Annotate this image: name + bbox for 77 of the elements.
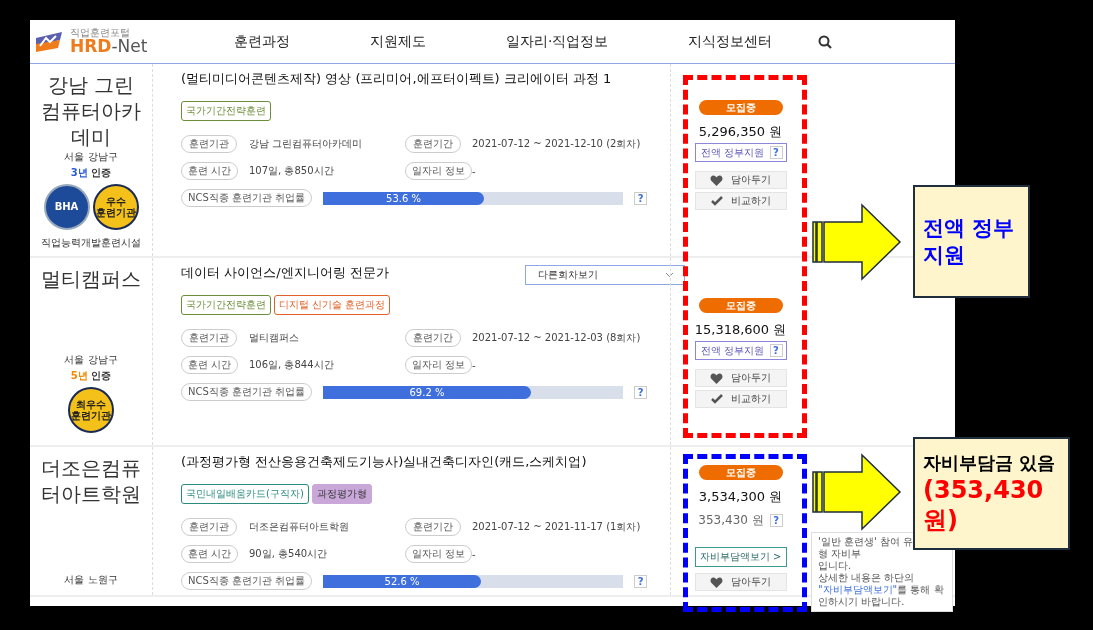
info-value: -: [472, 548, 477, 560]
support-text: 전액 정부지원: [700, 343, 764, 358]
search-icon[interactable]: [818, 34, 833, 49]
tooltip-text: 입니다.: [818, 560, 853, 572]
nav-link[interactable]: 훈련과정: [234, 32, 290, 51]
institute-name: 강남 그린컴퓨터아카데미: [40, 72, 142, 150]
status-badge: 모집중: [698, 465, 783, 480]
course-tag: 국가기간전략훈련: [181, 101, 271, 121]
progress-fill: 69.2 %: [323, 385, 531, 399]
info-value: 더조은컴퓨터아트학원: [249, 520, 350, 534]
help-button[interactable]: ?: [769, 514, 783, 527]
save-button[interactable]: 담아두기: [694, 573, 787, 591]
callout-text: 전액 정부지원: [923, 215, 1016, 268]
info-value: 멀티캠퍼스: [249, 331, 300, 345]
progress-fill: 52.6 %: [323, 574, 481, 588]
nav-link[interactable]: 지식정보센터: [688, 32, 773, 51]
tooltip-text: 상세한 내용은 하단의 "자비부담액보기"를 통해 확인하시기 바랍니다.: [818, 572, 945, 608]
facility-text: 직업능력개발훈련시설: [41, 236, 141, 250]
location-text: 서울 강남구: [64, 353, 118, 367]
course-tag: 과정평가형: [311, 484, 372, 504]
nav-link[interactable]: 지원제도: [370, 32, 426, 51]
info-value: -: [472, 165, 477, 177]
tooltip-link[interactable]: "자비부담액보기": [818, 584, 898, 595]
nav-link[interactable]: 일자리·직업정보: [506, 32, 609, 51]
session-dropdown[interactable]: 다른회차보기: [525, 265, 685, 285]
self-pay-amount: 353,430 원: [698, 512, 764, 529]
certification-text: 5년 인증: [70, 369, 112, 383]
help-button[interactable]: ?: [769, 344, 783, 357]
info-value: 2021-07-12 ~ 2021-12-03 (8회차): [472, 331, 642, 345]
location-text: 서울 강남구: [64, 150, 118, 164]
info-value: -: [472, 359, 477, 371]
institute-name: 더조은컴퓨터아트학원: [40, 455, 142, 507]
info-value: 90일, 총540시간: [249, 547, 329, 561]
location-text: 서울 노원구: [64, 573, 118, 587]
info-value: 106일, 총844시간: [249, 358, 335, 372]
status-badge: 모집중: [698, 100, 783, 115]
callout-text: (353,430원): [923, 474, 1045, 535]
callout-text: 자비부담금 있음: [923, 452, 1057, 475]
price-text: 5,296,350 원: [698, 123, 783, 141]
course-tag: 디지털 신기술 훈련과정: [274, 295, 391, 315]
price-text: 15,318,600 원: [694, 321, 787, 339]
price-text: 3,534,300 원: [698, 488, 783, 506]
tooltip-text: '일반 훈련생' 참여 유형 자비부: [818, 536, 914, 560]
info-value: 2021-07-12 ~ 2021-11-17 (1회차): [472, 520, 642, 534]
course-title[interactable]: 데이터 사이언스/엔지니어링 전문가: [181, 264, 389, 282]
help-button[interactable]: ?: [769, 146, 783, 159]
course-tag: 국민내일배움카드(구직자): [181, 484, 309, 504]
self-pay-button[interactable]: 자비부담액보기 >: [694, 547, 787, 567]
certification-text: 3년 인증: [70, 166, 112, 180]
info-value: 2021-07-12 ~ 2021-12-10 (2회차): [472, 137, 642, 151]
save-button[interactable]: 담아두기: [694, 171, 787, 189]
certification-badge: BHA: [43, 184, 90, 230]
course-tag: 국가기간전략훈련: [181, 295, 271, 315]
save-button[interactable]: 담아두기: [694, 369, 787, 387]
logo-text[interactable]: HRD-Net: [70, 38, 148, 55]
certification-badge: 최우수 훈련기관: [68, 387, 114, 433]
help-button[interactable]: ?: [634, 574, 648, 588]
check-icon: [710, 196, 723, 206]
heart-icon: [710, 372, 723, 384]
info-value: 107일, 총850시간: [249, 164, 335, 178]
course-title[interactable]: (과정평가형 전산응용건축제도기능사)실내건축디자인(캐드,스케치업): [181, 453, 587, 471]
status-badge: 모집중: [698, 298, 783, 313]
help-button[interactable]: ?: [634, 191, 648, 205]
logo-tagline: 직업훈련포털: [70, 28, 131, 38]
progress-fill: 53.6 %: [323, 191, 484, 205]
chevron-down-icon: [665, 272, 674, 278]
institute-name: 멀티캠퍼스: [40, 266, 142, 292]
certification-badge: 우수 훈련기관: [92, 184, 139, 230]
check-icon: [710, 394, 723, 404]
heart-icon: [710, 576, 723, 588]
compare-button[interactable]: 비교하기: [694, 390, 787, 408]
heart-icon: [710, 174, 723, 186]
support-text: 전액 정부지원: [700, 145, 764, 160]
course-title[interactable]: (멀티미디어콘텐츠제작) 영상 (프리미어,에프터이펙트) 크리에이터 과정 1: [181, 70, 612, 88]
compare-button[interactable]: 비교하기: [694, 192, 787, 210]
info-value: 강남 그린컴퓨터아카데미: [249, 137, 364, 151]
help-button[interactable]: ?: [634, 385, 648, 399]
